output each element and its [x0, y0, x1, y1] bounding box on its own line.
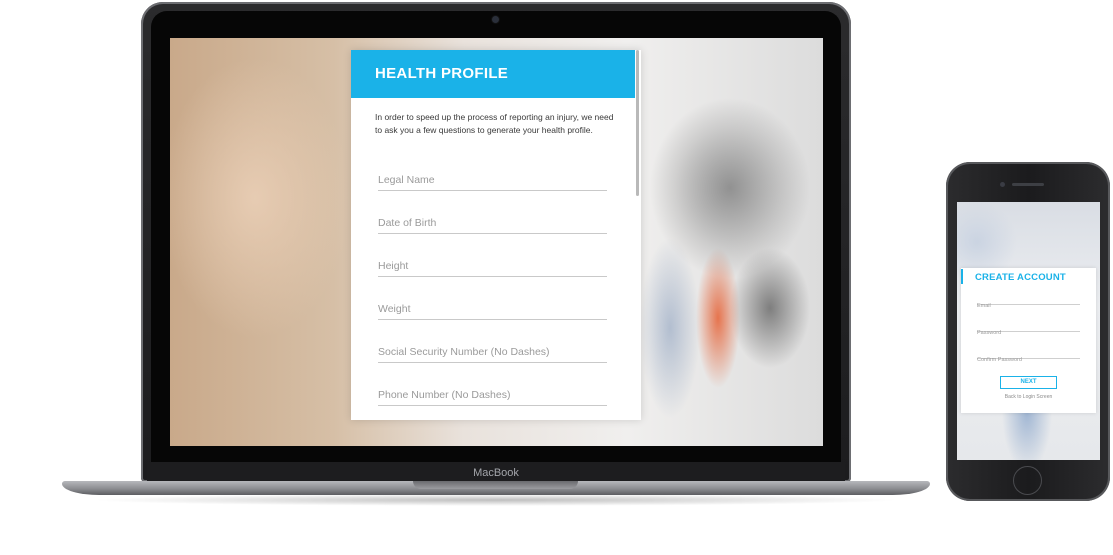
email-field[interactable]: [977, 292, 1080, 311]
height-field[interactable]: [378, 254, 607, 277]
password-field[interactable]: [977, 319, 1080, 338]
ssn-input[interactable]: [378, 343, 607, 361]
email-input[interactable]: [977, 301, 1080, 311]
date-of-birth-input[interactable]: [378, 214, 607, 232]
confirm-password-field[interactable]: [977, 346, 1080, 365]
phone-speaker: [1012, 183, 1044, 186]
laptop-shadow: [90, 494, 902, 506]
weight-input[interactable]: [378, 300, 607, 318]
laptop-screen: HEALTH PROFILE In order to speed up the …: [170, 38, 823, 446]
ssn-field[interactable]: [378, 340, 607, 363]
password-input[interactable]: [977, 328, 1080, 338]
laptop-hinge-notch: [413, 481, 578, 489]
laptop-brand-label: MacBook: [473, 467, 519, 479]
date-of-birth-field[interactable]: [378, 211, 607, 234]
phone-number-field[interactable]: [378, 383, 607, 406]
phone-camera-icon: [1000, 182, 1005, 187]
height-input[interactable]: [378, 257, 607, 275]
create-account-accent: [961, 269, 963, 284]
weight-field[interactable]: [378, 297, 607, 320]
health-profile-title: HEALTH PROFILE: [375, 65, 509, 82]
phone-device: CREATE ACCOUNT NEXT Back to Login Screen: [946, 162, 1110, 501]
home-button[interactable]: [1013, 466, 1042, 495]
phone-screen: CREATE ACCOUNT NEXT Back to Login Screen: [957, 202, 1100, 460]
back-to-login-link[interactable]: Back to Login Screen: [961, 394, 1096, 400]
health-profile-card: HEALTH PROFILE In order to speed up the …: [351, 50, 641, 420]
legal-name-input[interactable]: [378, 171, 607, 189]
webcam-icon: [492, 16, 499, 23]
create-account-title: CREATE ACCOUNT: [975, 272, 1066, 283]
create-account-card: CREATE ACCOUNT NEXT Back to Login Screen: [961, 268, 1096, 413]
phone-number-input[interactable]: [378, 386, 607, 404]
confirm-password-input[interactable]: [977, 355, 1080, 365]
next-button[interactable]: NEXT: [1000, 376, 1057, 389]
health-profile-intro: In order to speed up the process of repo…: [375, 112, 614, 135]
health-profile-header: HEALTH PROFILE: [351, 50, 635, 98]
legal-name-field[interactable]: [378, 168, 607, 191]
card-scrollbar[interactable]: [636, 50, 639, 196]
